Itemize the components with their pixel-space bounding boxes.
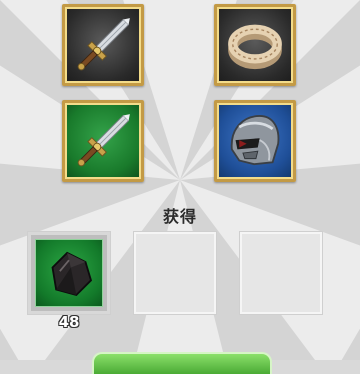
helmet-icon xyxy=(230,115,280,166)
reward-slot-2[interactable] xyxy=(134,232,216,314)
ore-stone-icon xyxy=(51,251,93,297)
equipment-slot-helmet[interactable] xyxy=(214,100,296,182)
sword-icon xyxy=(77,18,130,71)
reward-slot-1[interactable] xyxy=(28,232,110,314)
confirm-button[interactable] xyxy=(92,352,272,374)
rewards-title: 获得 xyxy=(162,207,197,226)
equipment-slot-ring[interactable] xyxy=(214,4,296,86)
equipment-slot-sword-green[interactable] xyxy=(62,100,144,182)
ring-icon xyxy=(228,24,282,70)
sword-icon xyxy=(77,114,130,167)
reward-slot-3[interactable] xyxy=(240,232,322,314)
reward-item-frame xyxy=(35,239,103,307)
reward-quantity: 48 xyxy=(58,313,80,331)
equipment-slot-sword[interactable] xyxy=(62,4,144,86)
